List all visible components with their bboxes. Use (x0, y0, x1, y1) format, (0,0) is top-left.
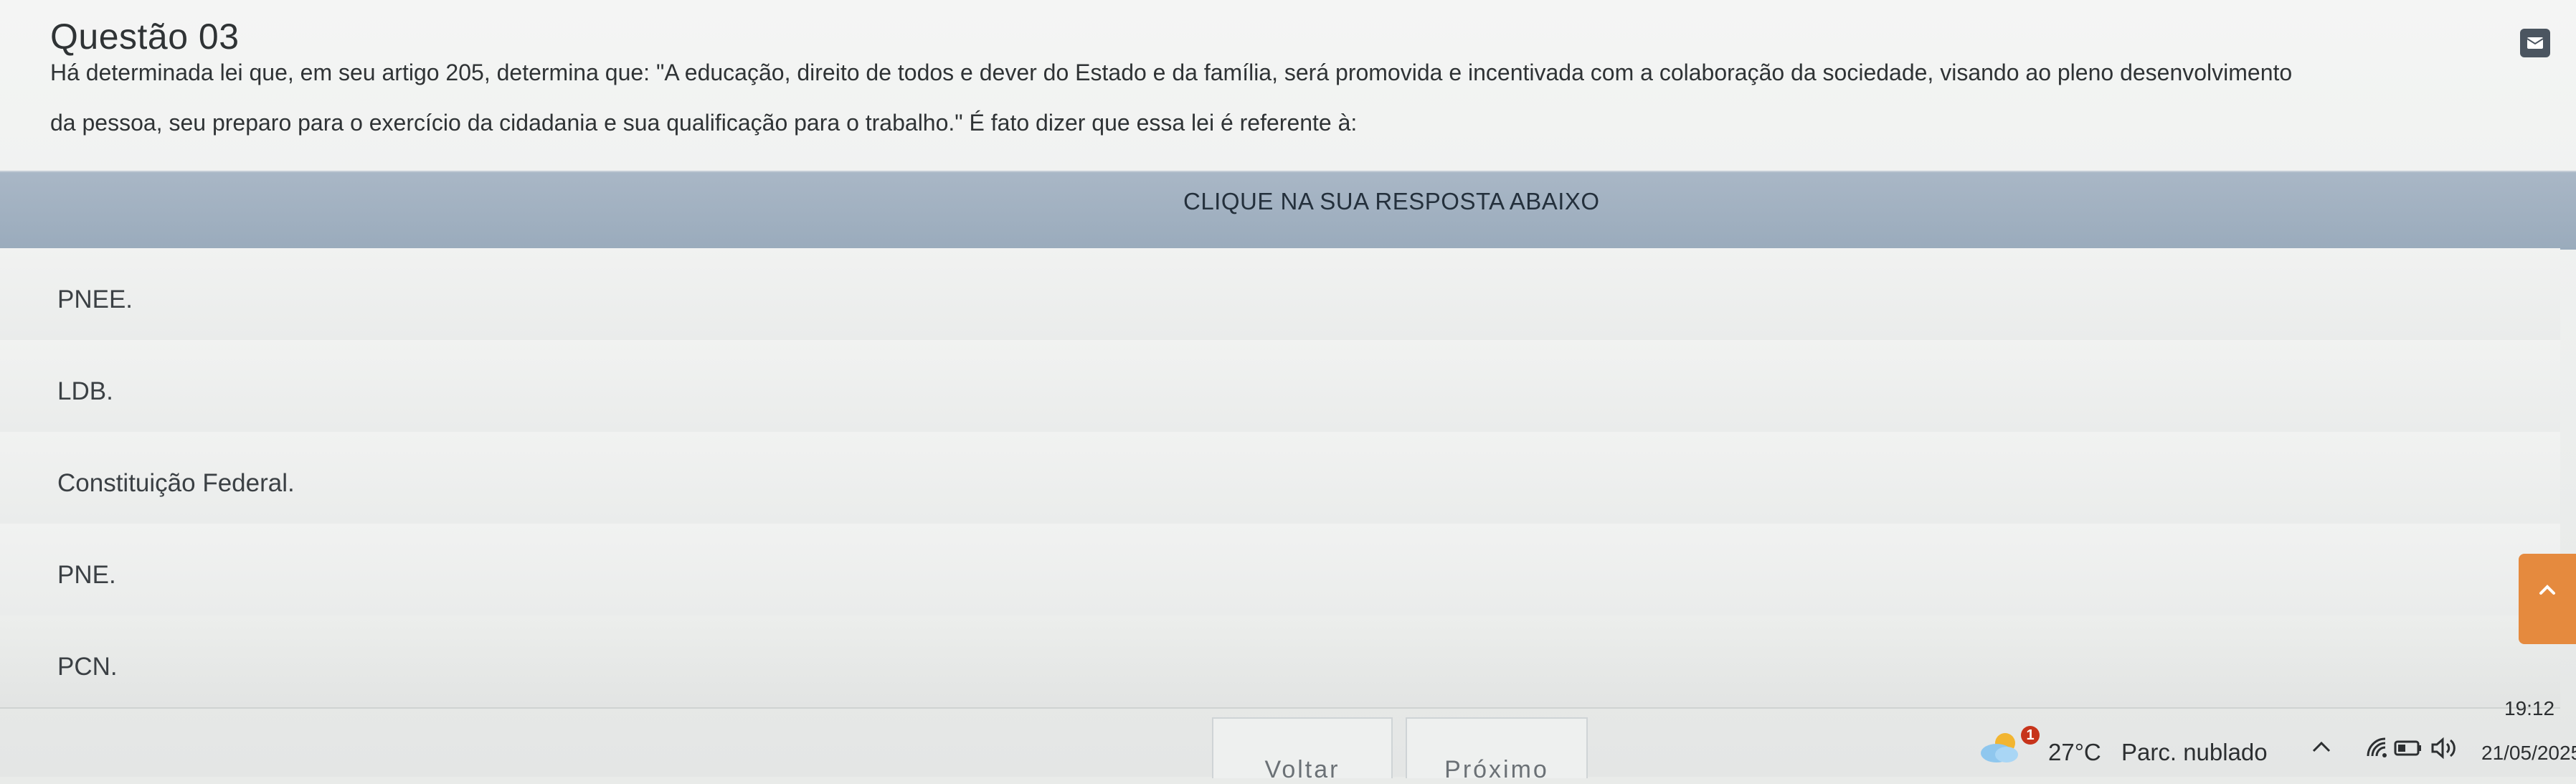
answer-option-label: PNE. (57, 561, 116, 589)
question-statement: Há determinada lei que, em seu artigo 20… (50, 46, 2503, 149)
feedback-icon[interactable] (2520, 29, 2550, 57)
scroll-to-top-button[interactable] (2519, 554, 2576, 644)
quiz-page: Questão 03 Há determinada lei que, em se… (0, 0, 2576, 783)
chevron-up-icon (2539, 585, 2555, 595)
answer-option-label: Constituição Federal. (57, 469, 295, 497)
answer-header-label: CLIQUE NA SUA RESPOSTA ABAIXO (1183, 188, 1600, 214)
answer-option-a[interactable]: PNEE. (0, 248, 2560, 341)
chevron-up-icon[interactable] (2311, 739, 2332, 758)
question-text-line-1: Há determinada lei que, em seu artigo 20… (50, 60, 2293, 85)
answer-option-d[interactable]: PNE. (0, 524, 2560, 617)
wifi-icon[interactable] (2365, 736, 2390, 764)
question-text-line-2: da pessoa, seu preparo para o exercício … (50, 110, 1358, 136)
answer-option-b[interactable]: LDB. (0, 340, 2560, 433)
weather-temperature[interactable]: 27°C (2048, 739, 2101, 766)
answer-option-c[interactable]: Constituição Federal. (0, 432, 2560, 525)
back-button-label: Voltar (1264, 756, 1340, 783)
next-button-label: Próximo (1444, 756, 1549, 783)
clock-time[interactable]: 19:12 (2504, 697, 2554, 720)
answer-option-label: LDB. (57, 377, 113, 405)
answer-option-label: PCN. (57, 653, 118, 681)
back-button[interactable]: Voltar (1212, 717, 1393, 783)
next-button[interactable]: Próximo (1406, 717, 1588, 783)
clock-date[interactable]: 21/05/2025 (2481, 742, 2576, 765)
weather-cloud-icon[interactable] (1979, 730, 2022, 770)
weather-description[interactable]: Parc. nublado (2121, 739, 2268, 766)
answer-option-label: PNEE. (57, 285, 133, 313)
volume-icon[interactable] (2430, 736, 2458, 764)
battery-icon[interactable] (2394, 739, 2423, 761)
weather-alert-badge: 1 (2021, 726, 2040, 745)
